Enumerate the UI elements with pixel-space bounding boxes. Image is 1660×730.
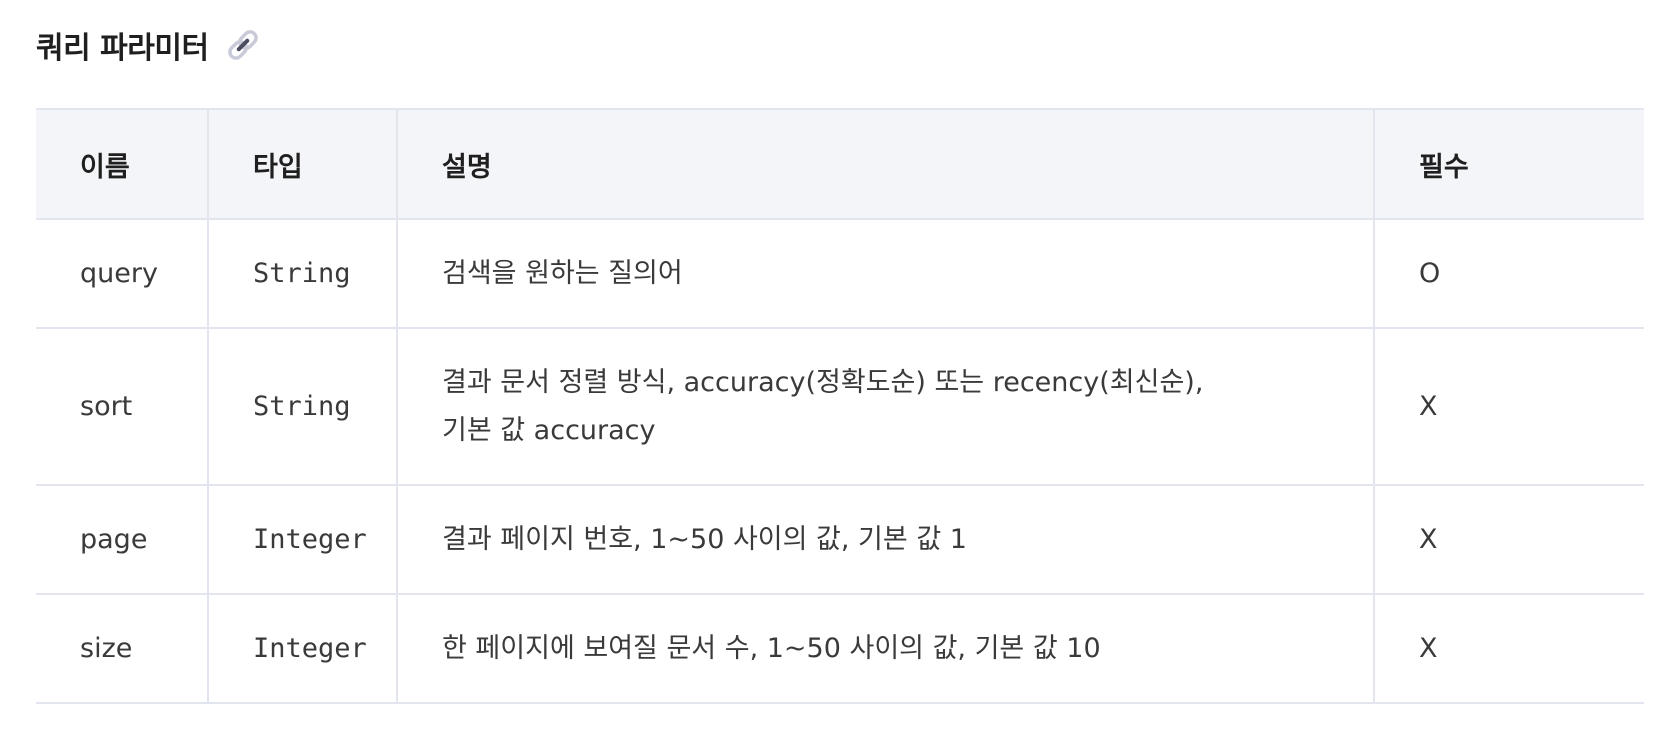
- table-row: sort String 결과 문서 정렬 방식, accuracy(정확도순) …: [36, 328, 1644, 486]
- param-required: X: [1374, 485, 1644, 595]
- param-type: Integer: [208, 485, 398, 595]
- param-required: O: [1374, 219, 1644, 329]
- page-title: 쿼리 파라미터: [36, 31, 209, 66]
- param-description: 검색을 원하는 질의어: [397, 219, 1375, 329]
- param-description: 결과 문서 정렬 방식, accuracy(정확도순) 또는 recency(최…: [397, 328, 1375, 486]
- param-description: 한 페이지에 보여질 문서 수, 1~50 사이의 값, 기본 값 10: [397, 594, 1375, 704]
- header-name: 이름: [36, 108, 209, 220]
- query-parameters-table: 이름 타입 설명 필수 query String 검색을 원하는 질의어 O s…: [36, 108, 1644, 704]
- param-type: Integer: [208, 594, 398, 704]
- param-type: String: [208, 219, 398, 329]
- param-name: query: [36, 219, 209, 329]
- param-required: X: [1374, 328, 1644, 486]
- param-type: String: [208, 328, 398, 486]
- link-icon[interactable]: [225, 27, 261, 63]
- param-name: page: [36, 485, 209, 595]
- table-row: query String 검색을 원하는 질의어 O: [36, 219, 1644, 329]
- param-required: X: [1374, 594, 1644, 704]
- header-required: 필수: [1374, 108, 1644, 220]
- param-name: size: [36, 594, 209, 704]
- param-description: 결과 페이지 번호, 1~50 사이의 값, 기본 값 1: [397, 485, 1375, 595]
- table-row: page Integer 결과 페이지 번호, 1~50 사이의 값, 기본 값…: [36, 485, 1644, 595]
- param-name: sort: [36, 328, 209, 486]
- header-description: 설명: [397, 108, 1375, 220]
- section-title: 쿼리 파라미터: [36, 22, 261, 68]
- table-row: size Integer 한 페이지에 보여질 문서 수, 1~50 사이의 값…: [36, 594, 1644, 704]
- header-type: 타입: [208, 108, 398, 220]
- table-header-row: 이름 타입 설명 필수: [36, 108, 1644, 220]
